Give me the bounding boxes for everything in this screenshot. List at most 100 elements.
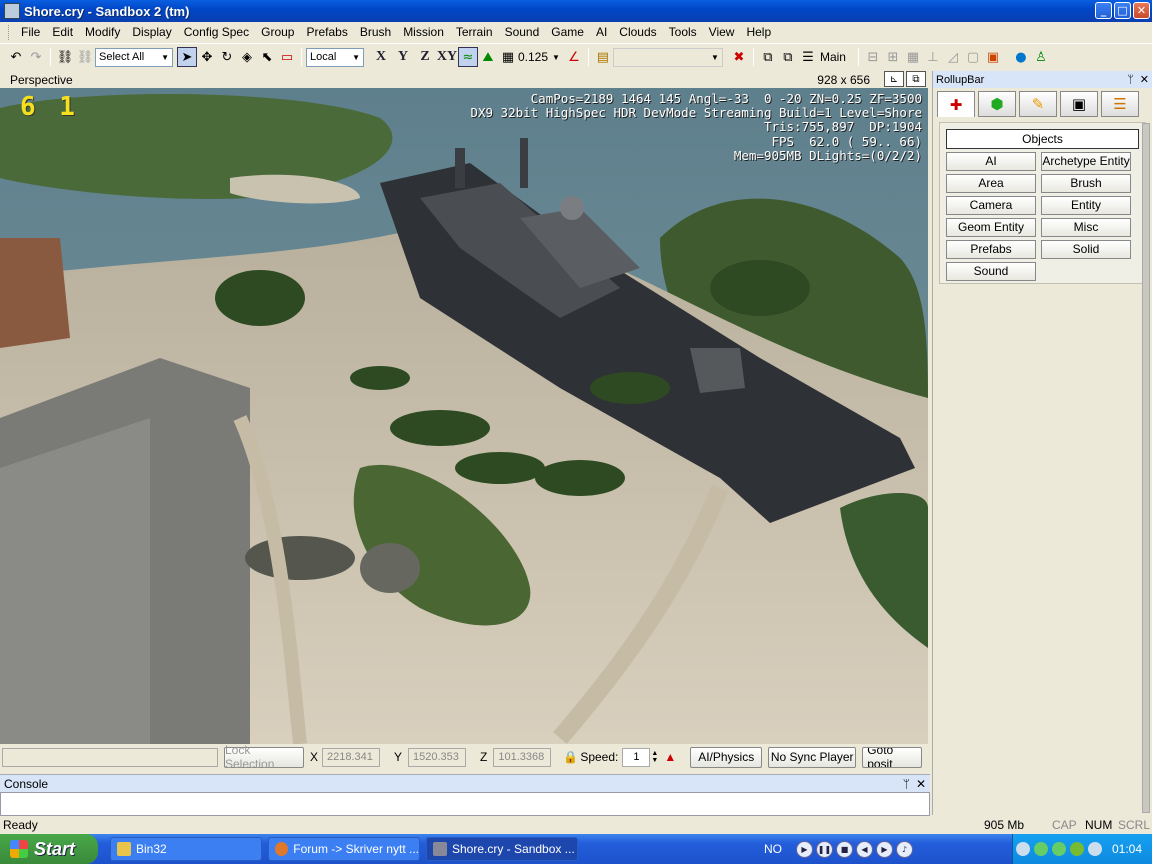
console-close-icon[interactable]: ✕	[916, 777, 926, 791]
no-sync-player-button[interactable]: No Sync Player	[768, 746, 857, 768]
grid-icon[interactable]: ▦	[498, 47, 518, 67]
axis-xy-button[interactable]: XY	[436, 49, 458, 65]
tray-back-icon[interactable]	[1015, 842, 1030, 856]
object-solid-button[interactable]: Solid	[1041, 240, 1131, 259]
pin-icon[interactable]: ᛘ	[903, 777, 910, 791]
terrain-follow-icon[interactable]: ▲	[664, 750, 676, 764]
tab-display-icon[interactable]: ▣	[1060, 91, 1098, 117]
selection-name-field[interactable]	[2, 747, 218, 767]
task-bin32[interactable]: Bin32	[110, 837, 262, 861]
move-tool-icon[interactable]: ✥	[197, 47, 217, 67]
objects-header[interactable]: Objects	[946, 129, 1139, 149]
angle-snap-icon[interactable]: ∠	[564, 47, 584, 67]
menu-clouds[interactable]: Clouds	[613, 22, 662, 43]
goto-position-button[interactable]: Goto posit	[862, 746, 923, 768]
delete-selection-icon[interactable]: ✖	[729, 47, 749, 67]
menu-help[interactable]: Help	[740, 22, 777, 43]
pin-icon[interactable]: ᛘ	[1127, 74, 1134, 86]
viewport-type-label[interactable]: Perspective	[10, 73, 73, 87]
chevron-down-icon[interactable]: ▼	[552, 53, 560, 62]
viewport-layout-icon[interactable]: ⊾	[884, 71, 904, 87]
viewport-maximize-icon[interactable]: ⧉	[906, 71, 926, 87]
scale-tool-icon[interactable]: ◈	[237, 47, 257, 67]
layers-icon[interactable]: ☰	[798, 47, 818, 67]
console-input[interactable]	[0, 792, 930, 816]
axis-z-button[interactable]: Z	[414, 49, 436, 65]
globe-icon[interactable]: ●	[1011, 47, 1031, 67]
menu-tools[interactable]: Tools	[663, 22, 703, 43]
menu-mission[interactable]: Mission	[397, 22, 450, 43]
perspective-viewport[interactable]: 6 1 CamPos=2189 1464 145 Angl=-33 0 -20 …	[0, 88, 928, 744]
menu-brush[interactable]: Brush	[354, 22, 397, 43]
menu-ai[interactable]: AI	[590, 22, 613, 43]
maximize-button[interactable]: □	[1114, 2, 1131, 19]
object-area-button[interactable]: Area	[946, 174, 1036, 193]
rollup-scrollbar[interactable]	[1142, 123, 1150, 813]
language-indicator[interactable]: NO	[764, 842, 782, 856]
layer-icon-a[interactable]: ⧉	[758, 47, 778, 67]
material-icon[interactable]: ▢	[963, 47, 983, 67]
rotate-tool-icon[interactable]: ↻	[217, 47, 237, 67]
object-archetype-entity-button[interactable]: Archetype Entity	[1041, 152, 1131, 171]
object-ai-button[interactable]: AI	[946, 152, 1036, 171]
tray-nvidia-icon[interactable]	[1069, 842, 1084, 856]
object-geom-entity-button[interactable]: Geom Entity	[946, 218, 1036, 237]
terrain-align-icon[interactable]: ⊥	[923, 47, 943, 67]
ruler-icon[interactable]: ◿	[943, 47, 963, 67]
align-grid-icon[interactable]: ⊞	[883, 47, 903, 67]
z-coordinate-field[interactable]: 101.3368	[493, 747, 552, 767]
layer-name[interactable]: Main	[820, 50, 846, 64]
menu-group[interactable]: Group	[255, 22, 300, 43]
tray-network-icon[interactable]	[1033, 842, 1048, 856]
media-player-icon[interactable]: ▶	[796, 840, 813, 858]
stop-icon[interactable]: ■	[836, 840, 853, 858]
axis-y-button[interactable]: Y	[392, 49, 414, 65]
unlink-icon[interactable]: ⛓	[75, 47, 95, 67]
terrain-snap-icon[interactable]: ≈	[458, 47, 478, 67]
named-selection-icon[interactable]: ▤	[593, 47, 613, 67]
region-select-icon[interactable]: ▭	[277, 47, 297, 67]
x-coordinate-field[interactable]: 2218.341	[322, 747, 381, 767]
menu-sound[interactable]: Sound	[499, 22, 546, 43]
menu-edit[interactable]: Edit	[46, 22, 79, 43]
link-icon[interactable]: ⛓	[55, 47, 75, 67]
player-icon[interactable]: ♙	[1031, 47, 1051, 67]
object-misc-button[interactable]: Misc	[1041, 218, 1131, 237]
ai-physics-button[interactable]: AI/Physics	[690, 746, 763, 768]
close-button[interactable]: ✕	[1133, 2, 1150, 19]
selection-dropdown[interactable]: Select All ▼	[95, 47, 173, 67]
menu-game[interactable]: Game	[545, 22, 590, 43]
menu-terrain[interactable]: Terrain	[450, 22, 499, 43]
object-sound-button[interactable]: Sound	[946, 262, 1036, 281]
menu-prefabs[interactable]: Prefabs	[300, 22, 353, 43]
tab-layers-icon[interactable]: ☰	[1101, 91, 1139, 117]
menu-file[interactable]: File	[15, 22, 46, 43]
speed-spinner[interactable]: ▲ ▼	[651, 750, 658, 764]
named-selection-dropdown[interactable]: ▼	[612, 47, 723, 67]
task-forum[interactable]: Forum -> Skriver nytt ...	[268, 837, 420, 861]
pause-icon[interactable]: ❚❚	[816, 840, 833, 858]
start-button[interactable]: Start	[0, 834, 98, 864]
rollup-close-icon[interactable]: ✕	[1140, 73, 1149, 86]
next-icon[interactable]: ▶	[876, 840, 893, 858]
speed-input[interactable]: 1	[622, 747, 651, 767]
previous-icon[interactable]: ◀	[856, 840, 873, 858]
tray-volume-icon[interactable]	[1087, 842, 1102, 856]
object-snap-icon[interactable]: ⛰	[478, 47, 498, 67]
select-tool-icon[interactable]: ➤	[177, 47, 197, 67]
object-prefabs-button[interactable]: Prefabs	[946, 240, 1036, 259]
select-terrain-icon[interactable]: ⬉	[257, 47, 277, 67]
tab-terrain-icon[interactable]: ⬢	[978, 91, 1016, 117]
lock-icon[interactable]: 🔒	[563, 750, 578, 764]
undo-icon[interactable]: ↶	[6, 47, 26, 67]
redo-icon[interactable]: ↷	[26, 47, 46, 67]
grid-size-value[interactable]: 0.125	[518, 50, 548, 64]
volume-icon[interactable]: ♪	[896, 840, 913, 858]
menu-view[interactable]: View	[703, 22, 741, 43]
task-sandbox[interactable]: Shore.cry - Sandbox ...	[426, 837, 578, 861]
object-entity-button[interactable]: Entity	[1041, 196, 1131, 215]
object-camera-button[interactable]: Camera	[946, 196, 1036, 215]
minimize-button[interactable]: _	[1095, 2, 1112, 19]
menu-modify[interactable]: Modify	[79, 22, 126, 43]
object-brush-button[interactable]: Brush	[1041, 174, 1131, 193]
